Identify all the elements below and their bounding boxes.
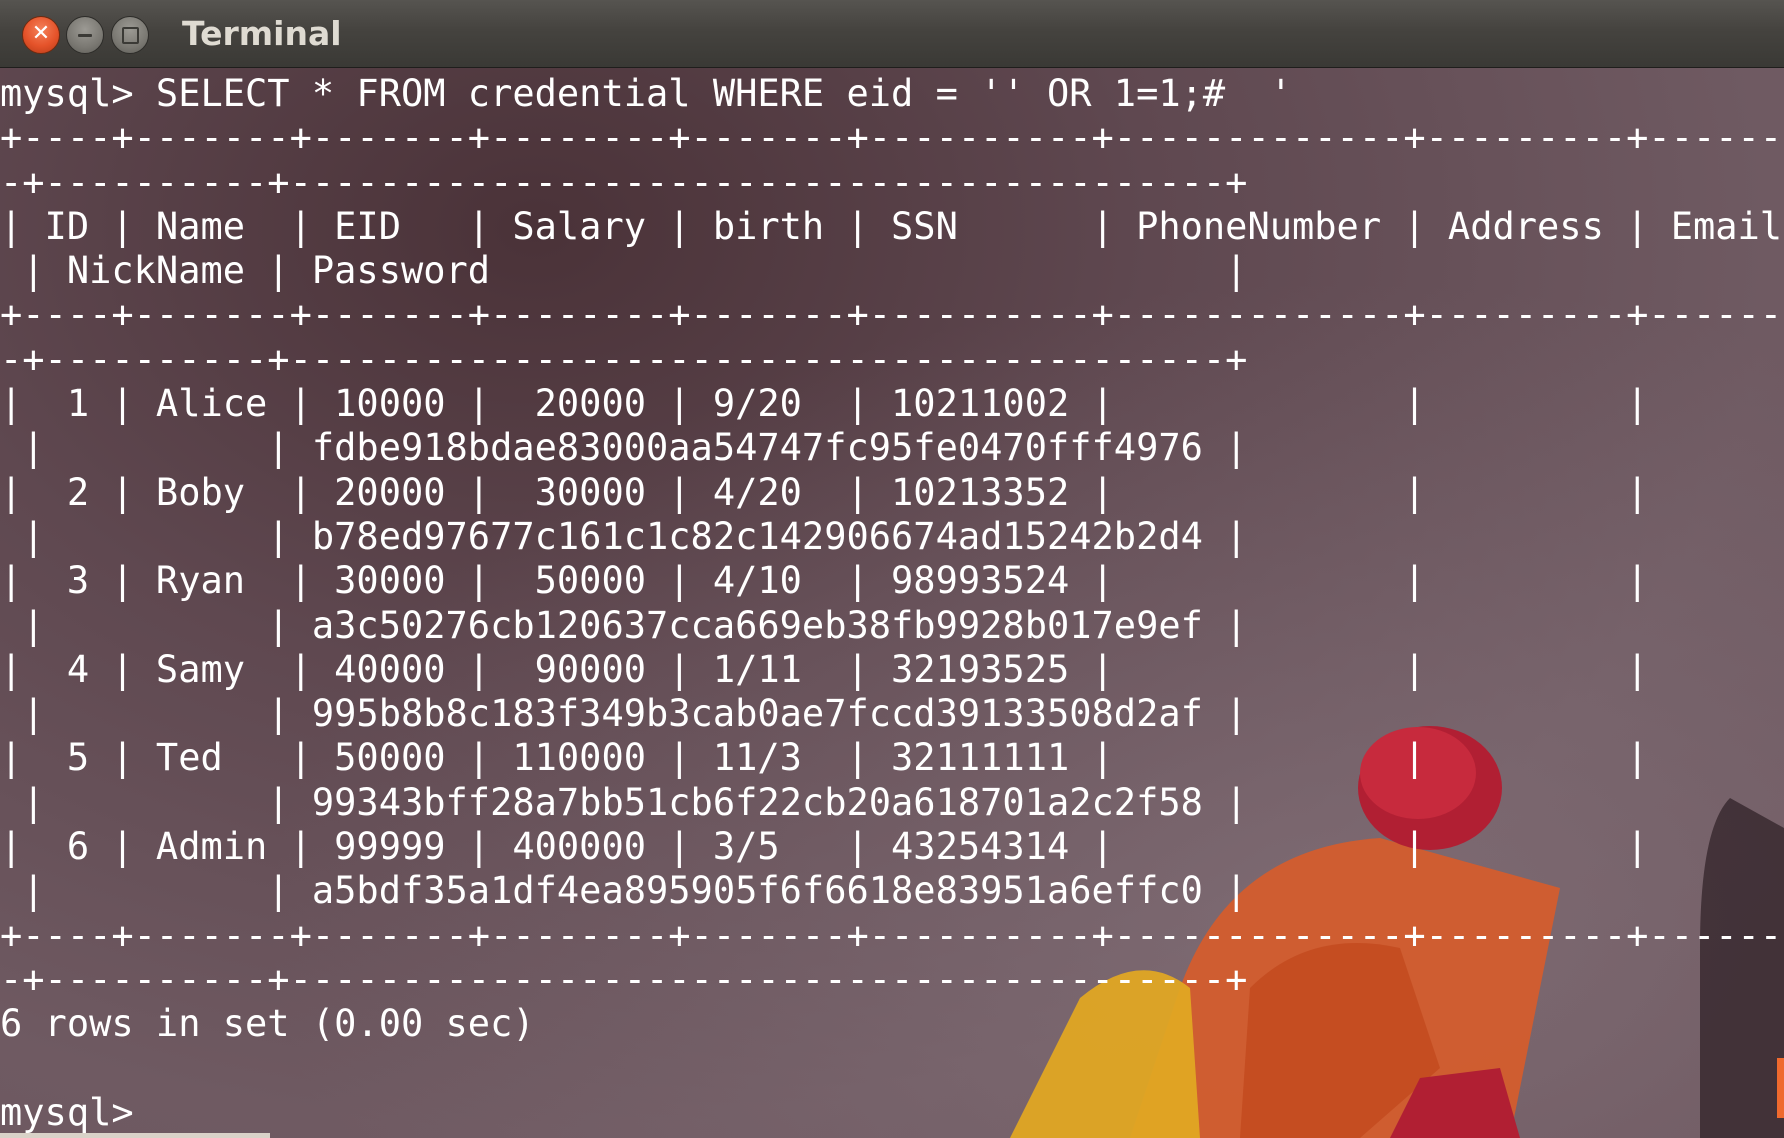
terminal-line: | 3 | Ryan | 30000 | 50000 | 4/10 | 9899… — [0, 559, 1649, 603]
terminal-line: -+----------+---------------------------… — [0, 957, 1248, 1001]
terminal-line: | NickName | Password | — [0, 249, 1248, 293]
terminal-line: -+----------+---------------------------… — [0, 337, 1248, 381]
minimize-icon — [78, 33, 92, 37]
title-bar[interactable]: ✕ Terminal — [0, 0, 1784, 68]
terminal-window: ✕ Terminal mysql> SELECT * FROM credenti… — [0, 0, 1784, 1138]
terminal-line: | | a5bdf35a1df4ea895905f6f6618e83951a6e… — [0, 869, 1248, 913]
close-icon: ✕ — [31, 21, 51, 46]
terminal-line: | | 99343bff28a7bb51cb6f22cb20a618701a2c… — [0, 780, 1248, 824]
terminal-line: | 6 | Admin | 99999 | 400000 | 3/5 | 432… — [0, 825, 1649, 869]
terminal-line: 6 rows in set (0.00 sec) — [0, 1002, 535, 1046]
terminal-output[interactable]: mysql> SELECT * FROM credential WHERE ei… — [0, 72, 1782, 1135]
minimize-button[interactable] — [66, 16, 104, 54]
window-title: Terminal — [182, 14, 342, 53]
bottom-edge-strip — [0, 1133, 270, 1138]
terminal-line: | ID | Name | EID | Salary | birth | SSN… — [0, 204, 1783, 248]
close-button[interactable]: ✕ — [22, 16, 60, 54]
terminal-prompt[interactable]: mysql> — [0, 1091, 156, 1134]
terminal-line: | | b78ed97677c161c1c82c142906674ad15242… — [0, 514, 1248, 558]
terminal-line: +----+-------+-------+--------+-------+-… — [0, 116, 1783, 160]
terminal-line: +----+-------+-------+--------+-------+-… — [0, 293, 1783, 337]
terminal-line: -+----------+---------------------------… — [0, 160, 1248, 204]
terminal-line: | | 995b8b8c183f349b3cab0ae7fccd39133508… — [0, 692, 1248, 736]
terminal-line: | 2 | Boby | 20000 | 30000 | 4/20 | 1021… — [0, 470, 1649, 514]
maximize-icon — [121, 26, 139, 44]
terminal-line: | 4 | Samy | 40000 | 90000 | 1/11 | 3219… — [0, 647, 1649, 691]
terminal-area[interactable]: mysql> SELECT * FROM credential WHERE ei… — [0, 68, 1784, 1138]
terminal-line: mysql> SELECT * FROM credential WHERE ei… — [0, 72, 1293, 115]
terminal-line: | 1 | Alice | 10000 | 20000 | 9/20 | 102… — [0, 382, 1649, 426]
scrollbar-indicator[interactable] — [1777, 1058, 1784, 1118]
maximize-button[interactable] — [111, 16, 149, 54]
terminal-line: | 5 | Ted | 50000 | 110000 | 11/3 | 3211… — [0, 736, 1649, 780]
terminal-line: +----+-------+-------+--------+-------+-… — [0, 913, 1783, 957]
terminal-line: | | fdbe918bdae83000aa54747fc95fe0470fff… — [0, 426, 1248, 470]
terminal-line: | | a3c50276cb120637cca669eb38fb9928b017… — [0, 603, 1248, 647]
